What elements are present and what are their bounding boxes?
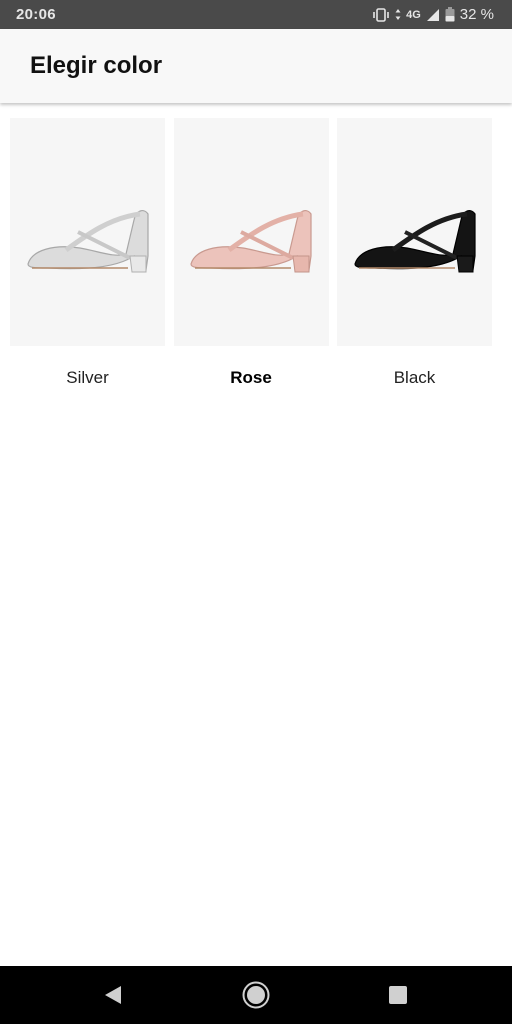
home-button[interactable] (226, 966, 286, 1024)
battery-percentage: 32 % (459, 6, 494, 23)
status-bar: 20:06 4G 32 % (0, 0, 512, 29)
vibrate-icon (372, 7, 390, 22)
battery-icon (445, 7, 455, 22)
shoe-rose-icon (190, 210, 312, 273)
network-type: 4G (406, 8, 421, 21)
recents-square-icon (389, 986, 407, 1004)
home-circle-icon (242, 981, 270, 1009)
color-option-label: Black (393, 368, 436, 387)
back-button[interactable] (83, 966, 143, 1024)
shoe-silver-icon (26, 210, 149, 273)
status-time: 20:06 (16, 6, 56, 23)
signal-icon (426, 8, 440, 22)
recents-button[interactable] (368, 966, 428, 1024)
back-triangle-icon (105, 986, 121, 1004)
navigation-bar (0, 966, 512, 1024)
color-option-label: Silver (66, 368, 109, 387)
color-option-silver[interactable]: Silver (10, 118, 165, 388)
status-icons: 4G 32 % (372, 6, 494, 23)
color-option-label: Rose (230, 368, 272, 387)
page-title: Elegir color (30, 52, 163, 79)
product-image-silver[interactable] (10, 118, 165, 346)
data-arrows-icon (395, 8, 401, 21)
shoe-black-icon (353, 210, 476, 273)
color-option-rose[interactable]: Rose (173, 118, 329, 388)
app-bar: Elegir color (0, 29, 512, 103)
color-options-list: Silver Rose Black (0, 118, 512, 388)
product-image-rose[interactable] (173, 118, 329, 346)
color-option-black[interactable]: Black (337, 118, 492, 388)
product-image-black[interactable] (337, 118, 492, 346)
